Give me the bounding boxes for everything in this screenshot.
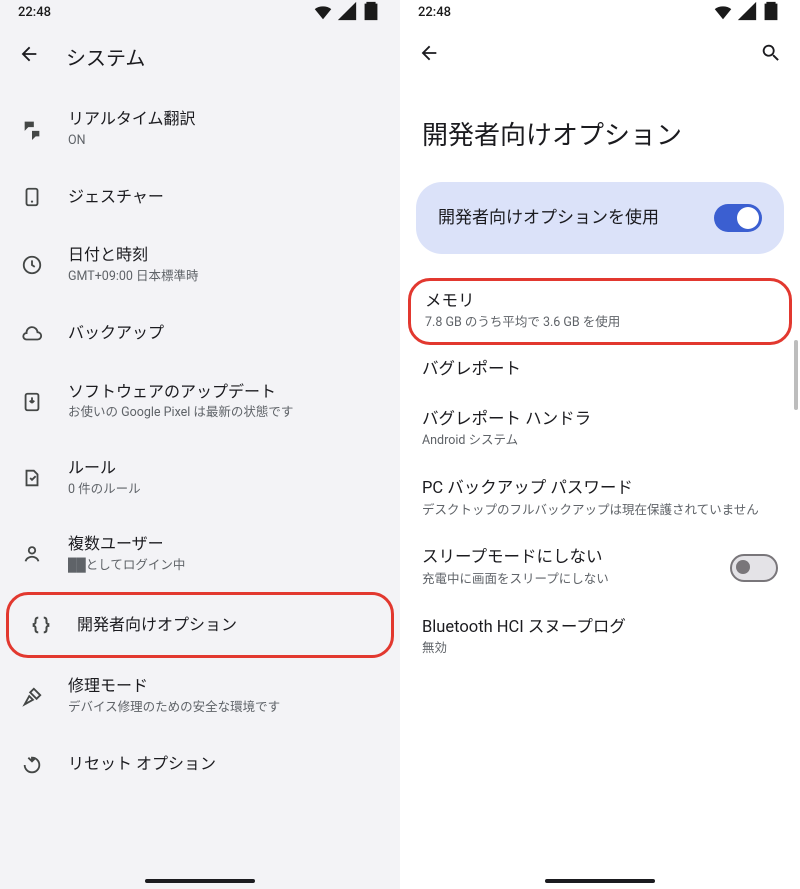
settings-item-rules[interactable]: ルール 0 件のルール xyxy=(0,440,400,516)
settings-item-cloud[interactable]: バックアップ xyxy=(0,304,400,364)
item-subtitle: 充電中に画面をスリープにしない xyxy=(422,572,716,589)
app-bar: システム xyxy=(0,24,400,91)
item-label: ソフトウェアのアップデート xyxy=(68,382,380,403)
item-subtitle: 無効 xyxy=(422,641,778,658)
rules-icon xyxy=(20,466,44,490)
reset-icon xyxy=(20,753,44,777)
page-title: 開発者向けオプション xyxy=(400,89,800,182)
toggle-switch[interactable] xyxy=(714,204,762,232)
item-label: ジェスチャー xyxy=(68,187,380,208)
developer-options-list: メモリ7.8 GB のうち平均で 3.6 GB を使用バグレポートバグレポート … xyxy=(400,278,800,672)
gesture-icon xyxy=(20,185,44,209)
item-subtitle: GMT+09:00 日本標準時 xyxy=(68,268,380,286)
status-time: 22:48 xyxy=(418,5,451,20)
developer-options-screen: 22:48 開発者向けオプション 開発者向けオプションを使用 メモリ 7.8 GB… xyxy=(400,0,800,889)
dev-option-item[interactable]: バグレポート xyxy=(400,345,800,394)
item-subtitle: お使いの Google Pixel は最新の状態です xyxy=(68,404,380,422)
dev-option-item[interactable]: バグレポート ハンドラ Android システム xyxy=(400,395,800,464)
app-bar xyxy=(400,24,800,89)
item-label: 日付と時刻 xyxy=(68,245,380,266)
item-label: PC バックアップ パスワード xyxy=(422,478,778,499)
item-subtitle: ON xyxy=(68,132,380,150)
settings-list: リアルタイム翻訳 ON ジェスチャー日付と時刻 GMT+09:00 日本標準時バックア… xyxy=(0,91,400,795)
cloud-icon xyxy=(20,322,44,346)
item-label: スリープモードにしない xyxy=(422,547,716,568)
item-label: バックアップ xyxy=(68,323,380,344)
repair-icon xyxy=(20,685,44,709)
signal-icon xyxy=(336,0,358,25)
item-label: 複数ユーザー xyxy=(68,534,380,555)
item-label: Bluetooth HCI スヌープログ xyxy=(422,617,778,638)
item-subtitle: デスクトップのフルバックアップは現在保護されていません xyxy=(422,503,778,520)
back-button[interactable] xyxy=(418,42,440,69)
page-title: システム xyxy=(66,42,145,71)
clock-icon xyxy=(20,253,44,277)
back-button[interactable] xyxy=(18,43,40,70)
settings-item-download[interactable]: ソフトウェアのアップデートお使いの Google Pixel は最新の状態です xyxy=(0,364,400,440)
settings-item-braces[interactable]: 開発者向けオプション xyxy=(6,592,394,658)
wifi-icon xyxy=(312,0,334,25)
status-icons xyxy=(712,0,782,25)
braces-icon xyxy=(29,613,53,637)
dev-option-item[interactable]: メモリ 7.8 GB のうち平均で 3.6 GB を使用 xyxy=(408,278,792,345)
item-subtitle: ██としてログイン中 xyxy=(68,557,380,575)
item-label: メモリ xyxy=(425,291,775,312)
item-subtitle: 7.8 GB のうち平均で 3.6 GB を使用 xyxy=(425,315,775,332)
item-label: リセット オプション xyxy=(68,754,380,775)
settings-item-gesture[interactable]: ジェスチャー xyxy=(0,167,400,227)
scrollbar[interactable] xyxy=(794,340,798,410)
status-icons xyxy=(312,0,382,25)
item-label: ルール xyxy=(68,458,380,479)
nav-bar-pill[interactable] xyxy=(145,879,255,883)
dev-option-item[interactable]: Bluetooth HCI スヌープログ無効 xyxy=(400,603,800,672)
search-button[interactable] xyxy=(760,42,782,69)
item-subtitle: デバイス修理のための安全な環境です xyxy=(68,699,380,717)
translate-icon xyxy=(20,117,44,141)
item-label: バグレポート xyxy=(422,359,778,380)
wifi-icon xyxy=(712,0,734,25)
battery-icon xyxy=(360,0,382,25)
battery-icon xyxy=(760,0,782,25)
toggle-switch[interactable] xyxy=(730,554,778,582)
settings-item-repair[interactable]: 修理モードデバイス修理のための安全な環境です xyxy=(0,658,400,734)
item-label: バグレポート ハンドラ xyxy=(422,409,778,430)
item-label: 開発者向けオプション xyxy=(77,615,371,636)
nav-bar-pill[interactable] xyxy=(545,879,655,883)
settings-item-users[interactable]: 複数ユーザー ██としてログイン中 xyxy=(0,516,400,592)
signal-icon xyxy=(736,0,758,25)
item-label: 修理モード xyxy=(68,676,380,697)
item-subtitle: Android システム xyxy=(422,433,778,450)
item-subtitle: 0 件のルール xyxy=(68,481,380,499)
status-bar: 22:48 xyxy=(400,0,800,24)
users-icon xyxy=(20,542,44,566)
settings-item-clock[interactable]: 日付と時刻 GMT+09:00 日本標準時 xyxy=(0,227,400,303)
settings-item-reset[interactable]: リセット オプション xyxy=(0,735,400,795)
status-time: 22:48 xyxy=(18,5,51,20)
download-icon xyxy=(20,390,44,414)
dev-option-item[interactable]: PC バックアップ パスワードデスクトップのフルバックアップは現在保護されていま… xyxy=(400,464,800,533)
item-label: リアルタイム翻訳 xyxy=(68,109,380,130)
status-bar: 22:48 xyxy=(0,0,400,24)
master-toggle[interactable]: 開発者向けオプションを使用 xyxy=(416,182,784,254)
system-settings-screen: 22:48 システム リアルタイム翻訳 ON ジェスチャー日付と時刻 GMT+09:0… xyxy=(0,0,400,889)
settings-item-translate[interactable]: リアルタイム翻訳 ON xyxy=(0,91,400,167)
master-toggle-label: 開発者向けオプションを使用 xyxy=(438,207,700,230)
dev-option-item[interactable]: スリープモードにしない充電中に画面をスリープにしない xyxy=(400,533,800,602)
